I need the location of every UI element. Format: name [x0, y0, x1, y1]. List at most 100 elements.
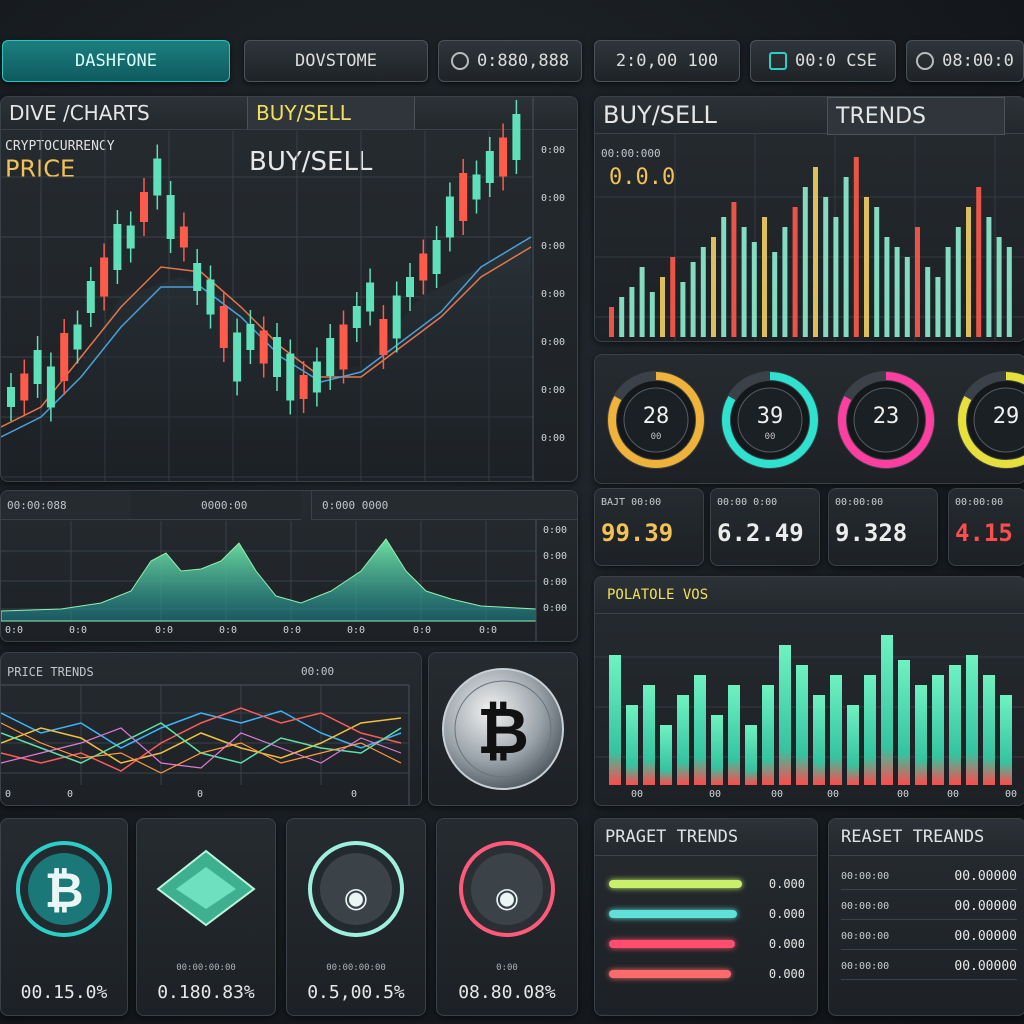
- tab-price-2[interactable]: 2:0,00 100: [594, 40, 740, 82]
- area-chart-panel: 00:00:088 0000:00 0:000 0000 0:0 0:0 0:0 0:…: [0, 490, 578, 642]
- volatility-bar: [728, 685, 740, 785]
- candle-body: [499, 137, 508, 177]
- y-tick-label: 0:00: [543, 603, 568, 614]
- volume-bar: [700, 247, 706, 337]
- trend-row: 0.000: [609, 907, 805, 921]
- kpi-label: 00:00:00: [835, 497, 884, 508]
- volume-bar: [1006, 247, 1012, 337]
- wallet-icon: [769, 52, 788, 70]
- x-tick-label: 0:0: [69, 625, 88, 636]
- candle-body: [60, 333, 69, 381]
- tab-time[interactable]: 08:00:0: [906, 40, 1024, 82]
- candle-body: [193, 263, 202, 291]
- trend-bar: [609, 910, 737, 918]
- clock-icon: [916, 52, 935, 70]
- candle-body: [273, 337, 281, 377]
- volume-bar: [690, 262, 696, 337]
- coin-caption: 00:00:00:00: [176, 963, 236, 973]
- gauge-sub: 00: [650, 432, 662, 442]
- reset-row: 00:00:00 00.00000: [841, 929, 1017, 950]
- candle-body: [485, 151, 494, 183]
- x-tick-label: 00: [1005, 789, 1018, 800]
- candle-body: [432, 240, 441, 274]
- volume-bar: [813, 167, 818, 337]
- volume-bar: [802, 187, 808, 337]
- coin-card[interactable]: ◉ 0:00 08.80.08%: [436, 818, 578, 1016]
- trend-value: 0.000: [768, 877, 805, 891]
- volume-bar: [966, 207, 971, 337]
- kpi-card: 00:00:00 4.15: [948, 488, 1024, 566]
- y-tick-label: 0:00: [543, 525, 568, 536]
- tab-case[interactable]: 00:0 CSE: [750, 40, 896, 82]
- candle-body: [86, 281, 95, 313]
- gauge-value: 29: [992, 404, 1020, 429]
- coin-caption: 00:00:00:00: [326, 963, 386, 973]
- reset-label: 00:00:00: [841, 901, 890, 912]
- volume-bar: [721, 217, 727, 337]
- y-tick-label: 0:00: [541, 385, 566, 396]
- svg-text:◉: ◉: [495, 881, 519, 914]
- trend-value: 0.000: [768, 937, 805, 951]
- candle-body: [259, 330, 268, 364]
- coin-card[interactable]: ₿ 00.15.0%: [0, 818, 128, 1016]
- volume-bar: [915, 227, 920, 337]
- kpi-label: 00:00:00: [955, 497, 1004, 508]
- candle-body: [46, 366, 55, 408]
- trend-row: 0.000: [609, 937, 805, 951]
- tab-dovstome[interactable]: DOVSTOME: [244, 40, 428, 82]
- volume-bar: [945, 247, 951, 337]
- coin-change-percent: 0.5,00.5%: [307, 982, 405, 1003]
- kpi-card: 00:00 0:00 6.2.49: [710, 488, 820, 566]
- y-tick-label: 0:00: [541, 193, 566, 204]
- coin-card[interactable]: ◉ 00:00:00:00 0.5,00.5%: [286, 818, 426, 1016]
- kpi-value: 9.328: [835, 519, 908, 547]
- candle-body: [100, 257, 109, 297]
- market-trends-panel: PRAGET TRENDS 0.000 0.000 0.000 0.000: [594, 818, 818, 1016]
- volatility-bar: [762, 685, 774, 785]
- y-tick-label: 0:00: [541, 241, 566, 252]
- volatility-bar: [1000, 695, 1012, 785]
- volatility-bar: [609, 655, 621, 785]
- volatility-bar: [932, 675, 944, 785]
- coin-caption: 0:00: [496, 963, 518, 973]
- candle-body: [246, 324, 255, 350]
- volume-bar: [680, 282, 686, 337]
- volume-bar: [792, 207, 798, 337]
- multi-line-chart: [1, 684, 410, 805]
- candle-body: [445, 196, 454, 238]
- volume-bar: [751, 242, 757, 337]
- volume-bar-chart: [595, 133, 1024, 341]
- volatility-bar: [864, 675, 876, 785]
- volume-bar: [639, 267, 645, 337]
- volatility-bar-chart: [595, 635, 1024, 785]
- volatility-bar: [694, 675, 706, 785]
- candle-body: [459, 173, 468, 221]
- volume-bar: [986, 217, 992, 337]
- trend-bar: [609, 970, 732, 978]
- candle-body: [392, 295, 401, 339]
- volume-bar: [884, 237, 890, 337]
- x-tick-label: 0: [351, 789, 358, 800]
- tab-dashboard[interactable]: DASHFONE: [2, 40, 230, 82]
- tab-label: 0:880,888: [476, 51, 570, 71]
- price-trends-panel: PRICE TRENDS 00:00 0000: [0, 652, 422, 806]
- kpi-label: BAJT 00:00: [601, 497, 662, 508]
- tab-price-1[interactable]: 0:880,888: [438, 40, 582, 82]
- candle-body: [312, 361, 321, 393]
- tab-label: DOVSTOME: [295, 51, 377, 71]
- y-tick-label: 0:00: [541, 337, 566, 348]
- volume-bar: [772, 252, 778, 337]
- panel-title: PRAGET TRENDS: [605, 827, 739, 847]
- x-tick-label: 00: [947, 789, 960, 800]
- candle-body: [153, 158, 162, 196]
- reset-value: 00.00000: [954, 869, 1017, 884]
- tab-label: DASHFONE: [75, 51, 157, 71]
- candle-body: [113, 224, 122, 270]
- coin-card[interactable]: 00:00:00:00 0.180.83%: [136, 818, 276, 1016]
- candle-body: [219, 306, 228, 348]
- candle-body: [379, 319, 388, 355]
- x-tick-label: 00: [771, 789, 784, 800]
- gauge: 39 00: [714, 360, 826, 480]
- volatility-bar: [830, 675, 842, 785]
- trend-row: 0.000: [609, 877, 805, 891]
